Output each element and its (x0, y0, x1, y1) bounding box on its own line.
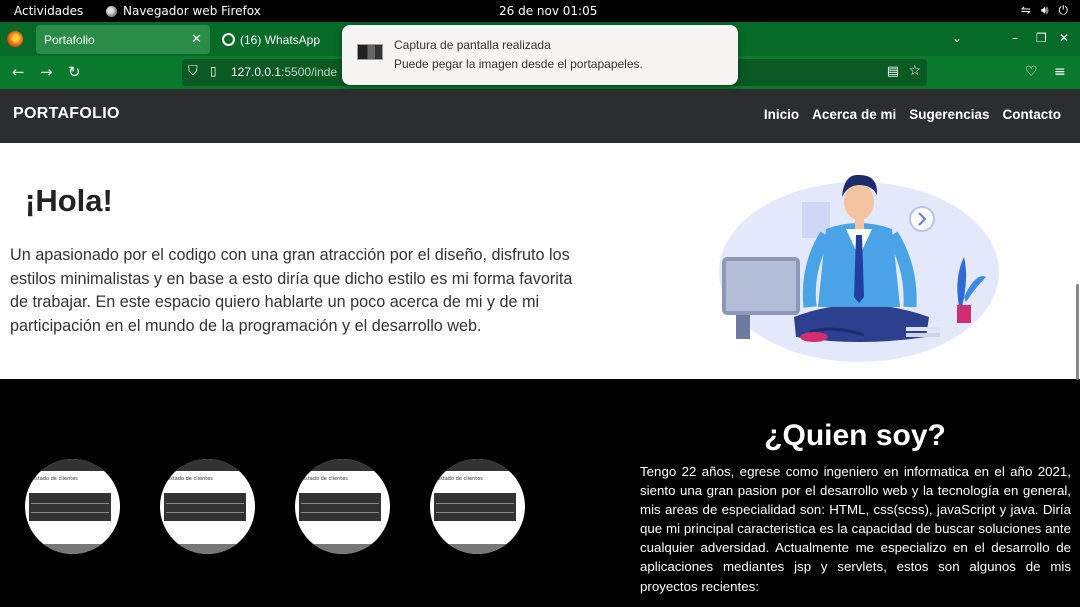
minimize-icon[interactable]: – (1012, 31, 1018, 45)
network-icon: ⇋ (1020, 3, 1031, 17)
tab-label: Portafolio (44, 32, 95, 47)
page-info-icon[interactable]: ▯ (210, 64, 217, 78)
url-text[interactable]: 127.0.0.1:5500/inde (231, 65, 337, 79)
reader-view-icon[interactable]: ▤ (887, 64, 899, 79)
volume-icon: 🔊︎ (1040, 3, 1049, 17)
site-brand[interactable]: PORTAFOLIO (13, 105, 120, 123)
hero-greeting: ¡Hola! (25, 183, 113, 218)
close-tab-icon[interactable]: ✕ (191, 31, 202, 47)
page-scrollbar[interactable] (1076, 284, 1079, 380)
system-tray[interactable]: ⇋ 🔊︎ ⏻ (1021, 3, 1068, 18)
meditating-developer-illustration (719, 174, 999, 362)
project-thumbnail[interactable]: Listado de clientes (25, 459, 120, 554)
menu-item-inicio[interactable]: Inicio (764, 107, 799, 122)
tab-label: (16) WhatsApp (240, 32, 321, 47)
app-menu[interactable]: Navegador web Firefox (106, 4, 261, 18)
pocket-icon[interactable]: ♡ (1025, 64, 1038, 80)
screenshot-notification[interactable]: Captura de pantalla realizada Puede pega… (342, 25, 738, 85)
screenshot-thumbnail (357, 44, 383, 60)
firefox-view-icon[interactable] (7, 31, 23, 47)
notification-title: Captura de pantalla realizada (394, 38, 551, 52)
power-icon: ⏻ (1058, 3, 1069, 17)
back-icon[interactable]: ← (12, 63, 25, 81)
site-header: PORTAFOLIO Inicio Acerca de mi Sugerenci… (0, 89, 1080, 143)
notification-body: Puede pegar la imagen desde el portapape… (394, 57, 643, 71)
project-thumbnail[interactable]: Listado de clientes (430, 459, 525, 554)
hero-intro: Un apasionado por el codigo con una gran… (10, 246, 573, 336)
tab-portafolio[interactable]: Portafolio ✕ (36, 25, 210, 54)
project-thumbnail[interactable]: Listado de clientes (160, 459, 255, 554)
list-tabs-icon[interactable]: ⌄ (952, 31, 962, 45)
forward-icon[interactable]: → (40, 63, 53, 81)
hamburger-menu-icon[interactable]: ≡ (1054, 64, 1066, 80)
menu-item-acerca[interactable]: Acerca de mi (812, 107, 896, 122)
menu-item-sugerencias[interactable]: Sugerencias (909, 107, 989, 122)
project-thumbnail[interactable]: Listado de clientes (295, 459, 390, 554)
about-title: ¿Quien soy? (764, 419, 946, 452)
activities-button[interactable]: Actividades (14, 4, 83, 18)
maximize-icon[interactable]: ❐ (1036, 31, 1047, 45)
clock[interactable]: 26 de nov 01:05 (499, 4, 597, 18)
about-text: Tengo 22 años, egrese como ingeniero en … (640, 464, 1071, 594)
site-menu: Inicio Acerca de mi Sugerencias Contacto (764, 107, 1061, 122)
menu-item-contacto[interactable]: Contacto (1003, 107, 1062, 122)
tab-whatsapp[interactable]: (16) WhatsApp (214, 25, 344, 54)
app-name: Navegador web Firefox (123, 4, 261, 18)
about-section: Listado de clientes Listado de clientes … (0, 379, 1080, 607)
reload-icon[interactable]: ↻ (68, 63, 81, 81)
bookmark-star-icon[interactable]: ☆ (908, 63, 921, 79)
hero-section: ¡Hola! Un apasionado por el codigo con u… (0, 143, 1080, 379)
tracking-shield-icon[interactable]: ⛉ (188, 64, 198, 79)
system-top-bar: Actividades Navegador web Firefox 26 de … (0, 0, 1080, 22)
whatsapp-icon (222, 33, 235, 46)
close-window-icon[interactable]: ✕ (1059, 31, 1069, 45)
projects-gallery: Listado de clientes Listado de clientes … (25, 459, 525, 554)
firefox-small-icon (106, 5, 117, 17)
